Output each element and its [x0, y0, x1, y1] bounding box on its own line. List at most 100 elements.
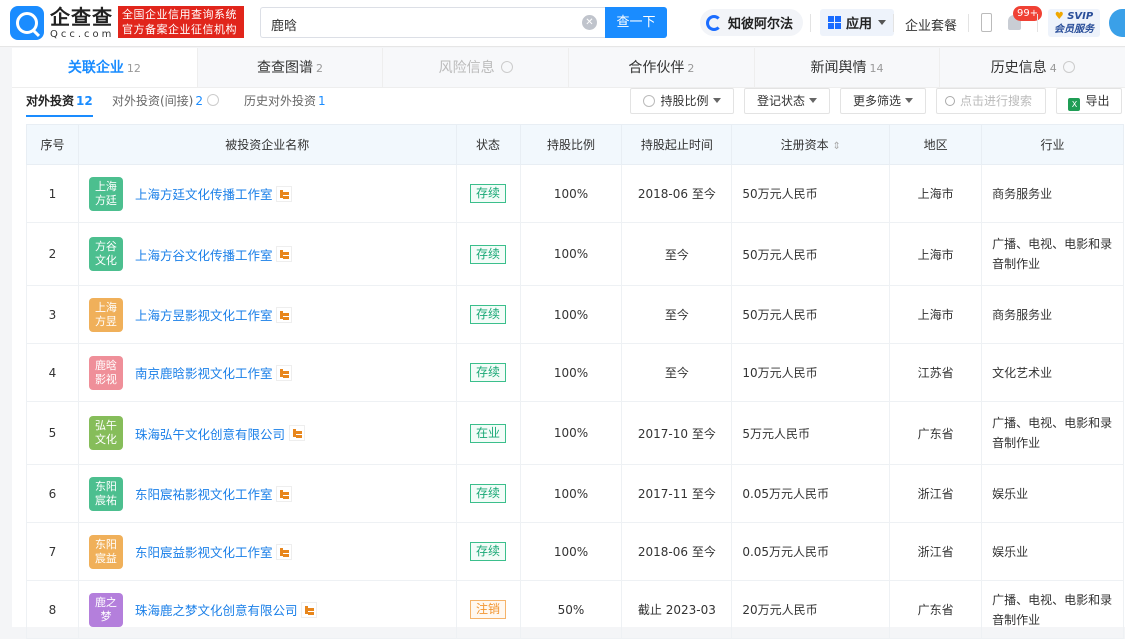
sub-toolbar: 对外投资 12 对外投资(间接) 2 历史对外投资 1 持股比例 登记状态 更多筛选 …: [12, 88, 1125, 122]
capital-cell: 10万元人民币: [731, 343, 891, 402]
sort-icon[interactable]: ⇕: [832, 141, 840, 152]
region-cell: 上海市: [889, 164, 983, 223]
subtab-history-investments[interactable]: 历史对外投资 1: [244, 92, 326, 109]
company-logo[interactable]: 鹿晗 影视: [88, 355, 123, 390]
table-row: 7 东阳 宸益 东阳宸益影视文化工作室 存续 100% 2018-06 至今 0.05万元人民…: [26, 522, 1124, 581]
company-cell: 东阳 宸祐 东阳宸祐影视文化工作室: [77, 464, 457, 523]
company-logo[interactable]: 东阳 宸祐: [88, 476, 123, 511]
company-name-link[interactable]: 南京鹿晗影视文化工作室: [135, 363, 273, 382]
company-logo[interactable]: 上海 方昱: [88, 297, 123, 332]
equity-structure-icon[interactable]: [276, 306, 293, 323]
export-label: 导出: [1085, 94, 1110, 108]
col-capital[interactable]: 注册资本 ⇕: [731, 124, 891, 165]
company-logo[interactable]: 东阳 宸益: [88, 534, 123, 569]
table-row: 5 弘午 文化 珠海弘午文化创意有限公司 在业 100% 2017-10 至今 5万元人民币广…: [26, 401, 1124, 465]
company-logo[interactable]: 上海 方廷: [88, 176, 123, 211]
tab-label: 关联企业: [67, 60, 124, 76]
status-badge: 存续: [470, 305, 507, 324]
subtab-investments[interactable]: 对外投资 12: [26, 92, 93, 117]
clear-icon[interactable]: ✕: [582, 15, 597, 30]
svip-button[interactable]: ♥ SVIP 会员服务: [1048, 9, 1100, 37]
enterprise-package-link[interactable]: 企业套餐: [905, 15, 957, 34]
company-name-link[interactable]: 珠海鹿之梦文化创意有限公司: [135, 600, 298, 619]
row-no: 3: [26, 285, 79, 344]
table-search-input[interactable]: 点击进行搜索: [936, 88, 1046, 114]
company-cell: 鹿晗 影视 南京鹿晗影视文化工作室: [77, 343, 457, 402]
status-cell: 注销: [455, 580, 521, 639]
chevron-down-icon: [905, 98, 913, 103]
company-logo[interactable]: 鹿之梦: [88, 592, 123, 627]
info-icon[interactable]: [207, 94, 220, 106]
search-button[interactable]: 查一下: [605, 7, 667, 38]
tab-partners[interactable]: 合作伙伴 2: [569, 48, 755, 87]
industry-cell: 文化艺术业: [981, 343, 1124, 402]
region-cell: 上海市: [889, 222, 983, 286]
company-logo[interactable]: 弘午 文化: [88, 416, 123, 450]
tab-news[interactable]: 新闻舆情 14: [755, 48, 941, 87]
company-name-link[interactable]: 东阳宸祐影视文化工作室: [135, 484, 273, 503]
ratio-cell: 100%: [519, 464, 623, 523]
subtab-indirect-investments[interactable]: 对外投资(间接) 2: [112, 92, 220, 109]
tab-history[interactable]: 历史信息 4: [940, 48, 1125, 87]
badge-line-1: 全国企业信用查询系统: [122, 8, 237, 21]
avatar[interactable]: [1109, 9, 1125, 37]
mobile-icon[interactable]: [981, 13, 992, 32]
more-filter[interactable]: 更多筛选: [840, 88, 926, 114]
equity-structure-icon[interactable]: [276, 364, 293, 381]
info-icon[interactable]: [500, 61, 513, 73]
region-cell: 浙江省: [889, 464, 983, 523]
period-cell: 2017-11 至今: [621, 464, 733, 523]
status-cell: 存续: [455, 464, 521, 523]
company-name-link[interactable]: 珠海弘午文化创意有限公司: [135, 424, 285, 443]
equity-structure-icon[interactable]: [276, 246, 293, 262]
official-badge: 全国企业信用查询系统 官方备案企业征信机构: [118, 6, 244, 38]
ratio-cell: 100%: [519, 164, 623, 223]
logo-text: 宸益: [94, 551, 117, 565]
tab-count: 4: [1049, 62, 1057, 75]
brand[interactable]: 企查查 Qcc.com: [50, 5, 114, 41]
info-icon[interactable]: [1062, 61, 1075, 73]
qcc-logo-icon[interactable]: [10, 6, 44, 40]
ratio-cell: 100%: [519, 343, 623, 402]
company-name-link[interactable]: 上海方廷文化传播工作室: [135, 184, 273, 203]
equity-structure-icon[interactable]: [276, 185, 293, 202]
company-cell: 上海 方廷 上海方廷文化传播工作室: [77, 164, 457, 223]
company-name-link[interactable]: 上海方谷文化传播工作室: [135, 245, 273, 264]
logo-text: 文化: [94, 254, 117, 267]
region-cell: 广东省: [889, 401, 983, 465]
company-name-link[interactable]: 上海方昱影视文化工作室: [135, 305, 273, 324]
equity-structure-icon[interactable]: [288, 425, 305, 441]
status-badge: 注销: [470, 600, 507, 619]
company-logo[interactable]: 方谷 文化: [88, 237, 123, 271]
row-no: 4: [26, 343, 79, 402]
subtab-count: 2: [195, 94, 204, 108]
period-cell: 截止 2023-03: [621, 580, 733, 639]
chevron-down-icon: [712, 98, 721, 103]
alpha-logo-icon: [706, 14, 722, 31]
zhibi-alpha-button[interactable]: 知彼阿尔法: [700, 9, 804, 36]
status-cell: 存续: [455, 222, 521, 286]
export-button[interactable]: X 导出: [1056, 88, 1122, 114]
filter-label: 持股比例: [660, 94, 709, 108]
col-status: 状态: [455, 124, 521, 165]
equity-structure-icon[interactable]: [276, 485, 293, 502]
period-cell: 2018-06 至今: [621, 522, 733, 581]
search-input[interactable]: 鹿晗 ✕: [260, 7, 605, 38]
industry-cell: 娱乐业: [981, 464, 1124, 523]
tab-graph[interactable]: 查查图谱 2: [198, 48, 384, 87]
status-filter[interactable]: 登记状态: [744, 88, 830, 114]
capital-cell: 50万元人民币: [731, 285, 891, 344]
col-capital-label: 注册资本: [780, 138, 829, 152]
logo-text: 梦: [100, 609, 112, 623]
tab-related-companies[interactable]: 关联企业 12: [12, 48, 198, 87]
tab-count: 14: [869, 62, 884, 75]
equity-structure-icon[interactable]: [276, 543, 293, 560]
tab-risk[interactable]: 风险信息: [383, 48, 570, 87]
ratio-filter[interactable]: 持股比例: [630, 88, 734, 114]
table-row: 2 方谷 文化 上海方谷文化传播工作室 存续 100% 至今 50万元人民币 上海市 广播、电视、…: [26, 222, 1124, 286]
equity-structure-icon[interactable]: [301, 601, 318, 618]
company-name-link[interactable]: 东阳宸益影视文化工作室: [135, 542, 273, 561]
apps-menu[interactable]: 应用: [820, 9, 895, 36]
badge-line-2: 官方备案企业征信机构: [122, 23, 237, 36]
table-row: 6 东阳 宸祐 东阳宸祐影视文化工作室 存续 100% 2017-11 至今 0.05万元人民…: [26, 464, 1124, 523]
